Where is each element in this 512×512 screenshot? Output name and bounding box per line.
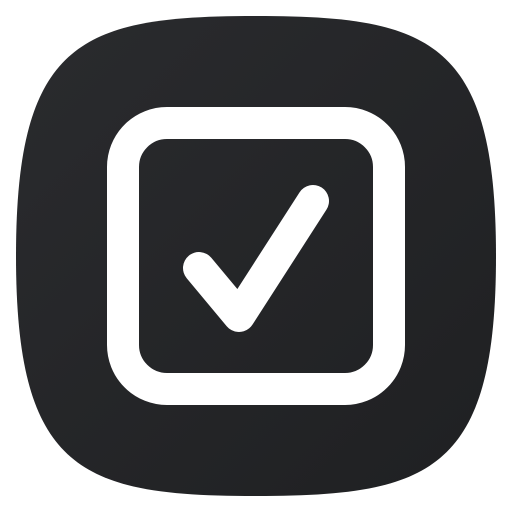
app-icon-canvas <box>0 0 512 512</box>
checkbox-checked-icon[interactable] <box>0 0 512 512</box>
icon-tile-background <box>16 16 496 496</box>
